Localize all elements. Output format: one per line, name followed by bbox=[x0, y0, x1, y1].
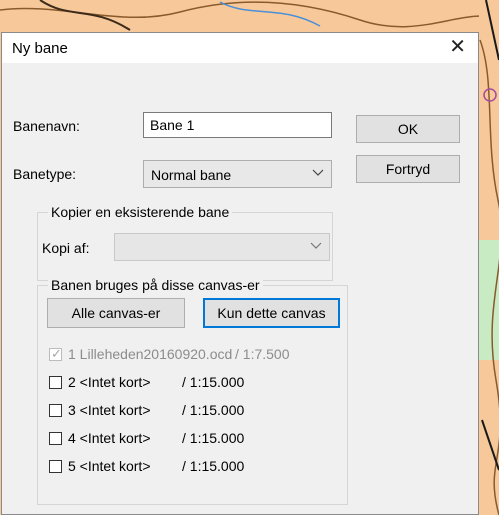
chevron-down-icon bbox=[312, 169, 324, 176]
canvas-checkbox-1[interactable]: ✓ bbox=[49, 346, 62, 361]
copy-course-group: Kopier en eksisterende bane Kopi af: bbox=[37, 204, 333, 281]
ok-button[interactable]: OK bbox=[356, 115, 460, 143]
canvas-name-2: 2 <Intet kort> bbox=[68, 374, 151, 390]
canvas-checkbox-3[interactable] bbox=[49, 404, 62, 417]
canvas-group-title: Banen bruges på disse canvas-er bbox=[48, 277, 263, 293]
canvas-name-3: 3 <Intet kort> bbox=[68, 402, 151, 418]
canvas-name-1: 1 Lilleheden20160920.ocd bbox=[68, 346, 233, 362]
canvas-checkbox-2[interactable] bbox=[49, 376, 62, 389]
course-type-select[interactable]: Normal bane bbox=[143, 160, 332, 188]
canvas-scale-1: / 1:7.500 bbox=[235, 346, 290, 362]
canvas-scale-5: / 1:15.000 bbox=[182, 458, 245, 474]
course-name-input[interactable] bbox=[143, 112, 332, 138]
title-bar: Ny bane ✕ bbox=[2, 33, 478, 63]
close-icon[interactable]: ✕ bbox=[449, 36, 466, 58]
course-type-label: Banetype: bbox=[13, 166, 77, 182]
dialog-title: Ny bane bbox=[12, 40, 68, 57]
canvas-name-5: 5 <Intet kort> bbox=[68, 458, 151, 474]
canvas-scale-4: / 1:15.000 bbox=[182, 430, 245, 446]
canvas-scale-3: / 1:15.000 bbox=[182, 402, 245, 418]
this-canvas-only-button[interactable]: Kun dette canvas bbox=[203, 298, 340, 328]
course-type-value: Normal bane bbox=[151, 167, 232, 183]
canvas-checkbox-5[interactable] bbox=[49, 460, 62, 473]
copy-of-select[interactable] bbox=[114, 233, 330, 261]
canvas-scale-2: / 1:15.000 bbox=[182, 374, 245, 390]
checkmark-icon: ✓ bbox=[51, 346, 62, 361]
copy-of-label: Kopi af: bbox=[42, 240, 90, 256]
course-name-label: Banenavn: bbox=[13, 118, 80, 134]
new-course-dialog: Ny bane ✕ Banenavn: Banetype: Normal ban… bbox=[1, 32, 479, 515]
chevron-down-icon bbox=[310, 242, 322, 249]
canvas-name-4: 4 <Intet kort> bbox=[68, 430, 151, 446]
all-canvases-button[interactable]: Alle canvas-er bbox=[47, 298, 185, 328]
canvas-checkbox-4[interactable] bbox=[49, 432, 62, 445]
cancel-button[interactable]: Fortryd bbox=[356, 155, 460, 183]
copy-course-group-title: Kopier en eksisterende bane bbox=[48, 204, 233, 220]
